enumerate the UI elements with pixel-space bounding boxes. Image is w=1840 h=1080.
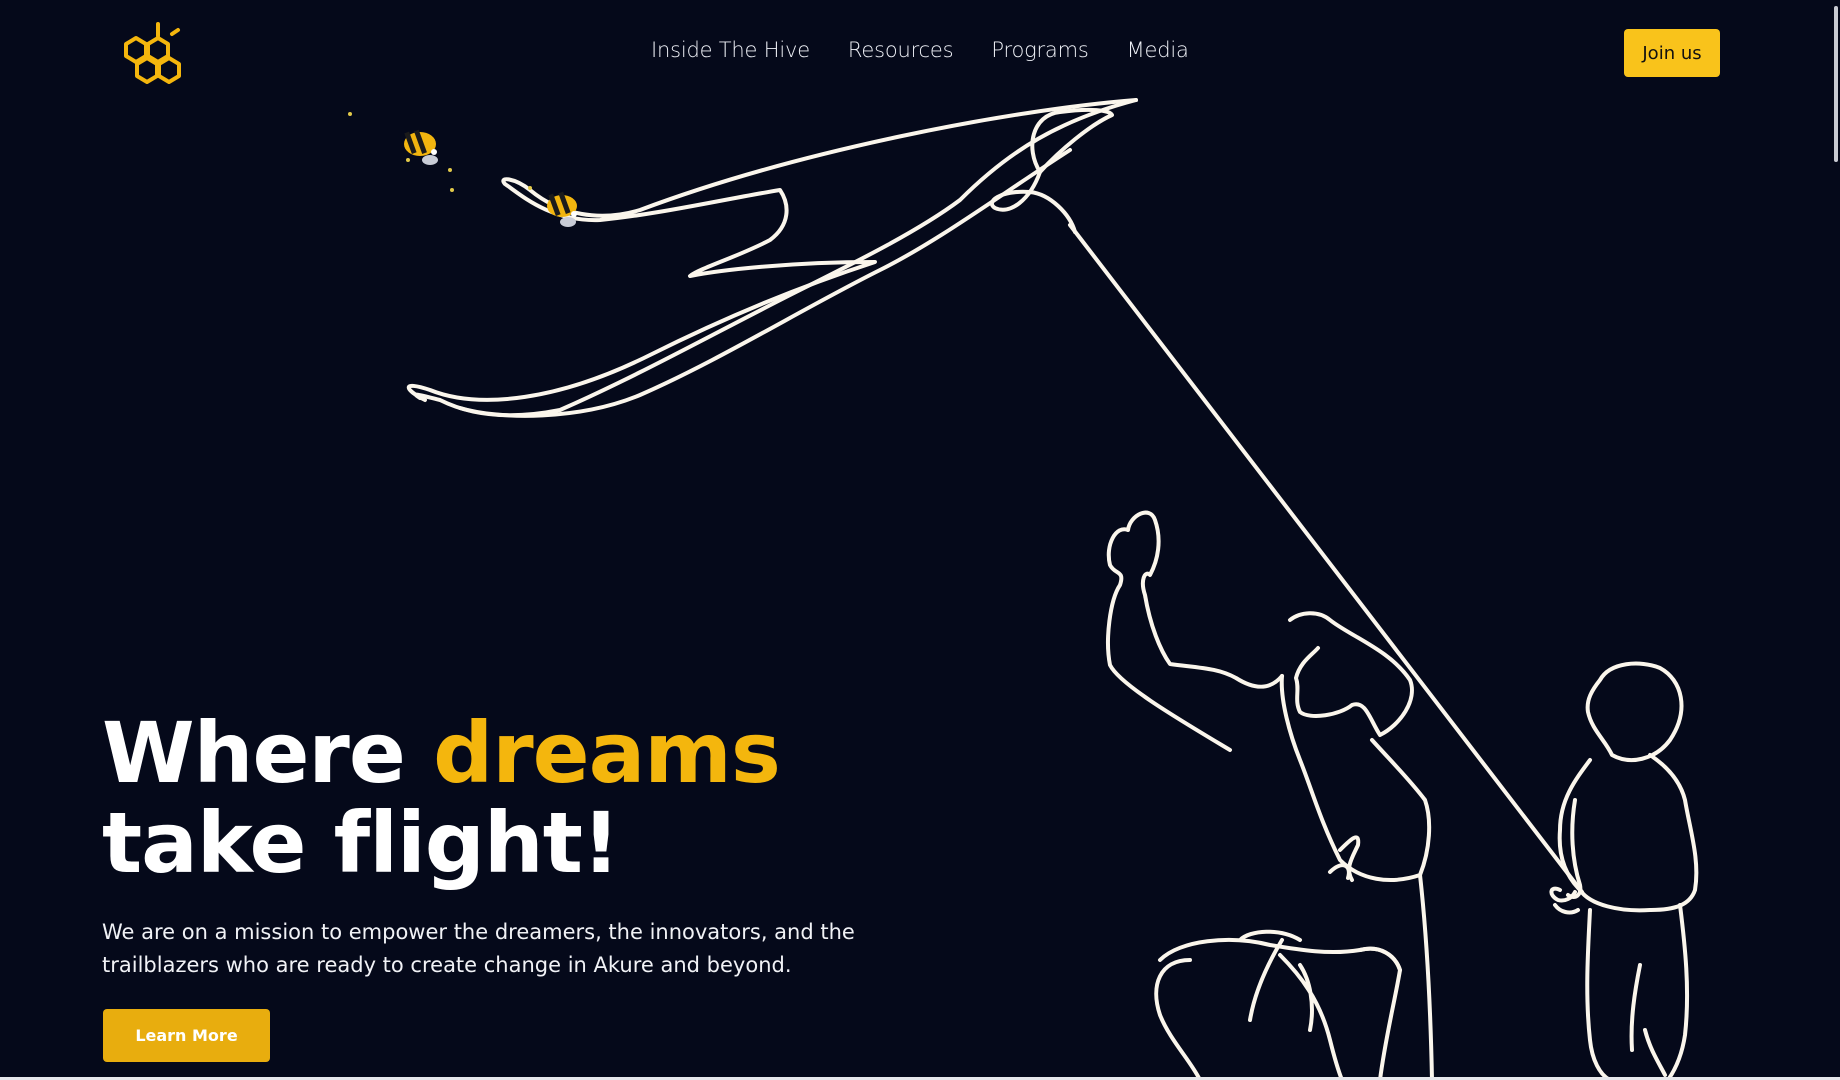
nav-resources[interactable]: Resources xyxy=(848,38,954,62)
adult-shorts xyxy=(1158,929,1402,972)
kite-tail-loop xyxy=(1030,107,1114,174)
kite-wing-inner xyxy=(414,98,1138,418)
kite-knot xyxy=(990,170,1077,234)
bee-icon xyxy=(404,129,438,165)
headline-part-2: take flight! xyxy=(102,794,620,892)
kite-outline xyxy=(406,98,1138,402)
child-hands-holding-string xyxy=(1549,886,1580,915)
kite-wing-lower xyxy=(458,148,1072,418)
sparkle-dots xyxy=(348,112,532,192)
adult-arm-raised xyxy=(1106,510,1284,752)
hero-headline: Where dreams take flight! xyxy=(102,708,1002,888)
nav-media[interactable]: Media xyxy=(1127,38,1189,62)
main-nav: Inside The Hive Resources Programs Media xyxy=(651,38,1189,62)
headline-part-1: Where xyxy=(102,704,434,802)
join-us-button[interactable]: Join us xyxy=(1624,29,1720,77)
learn-more-button[interactable]: Learn More xyxy=(103,1009,270,1062)
headline-accent-word: dreams xyxy=(433,704,781,802)
adult-figure-outline xyxy=(1288,611,1414,737)
nav-inside-the-hive[interactable]: Inside The Hive xyxy=(651,38,810,62)
adult-torso xyxy=(1279,674,1432,882)
adult-hand-lower xyxy=(1328,835,1361,882)
scrollbar-thumb[interactable] xyxy=(1834,6,1838,162)
child-body xyxy=(1557,753,1699,913)
nav-programs[interactable]: Programs xyxy=(991,38,1088,62)
adult-legs xyxy=(1154,873,1434,1080)
bee-icon xyxy=(547,191,577,227)
child-legs xyxy=(1585,903,1690,1080)
honeycomb-logo-icon[interactable] xyxy=(120,20,186,86)
kite-string xyxy=(1068,223,1584,894)
child-arm xyxy=(1566,798,1583,899)
child-head xyxy=(1585,661,1684,762)
hero-subtitle: We are on a mission to empower the dream… xyxy=(102,920,855,977)
